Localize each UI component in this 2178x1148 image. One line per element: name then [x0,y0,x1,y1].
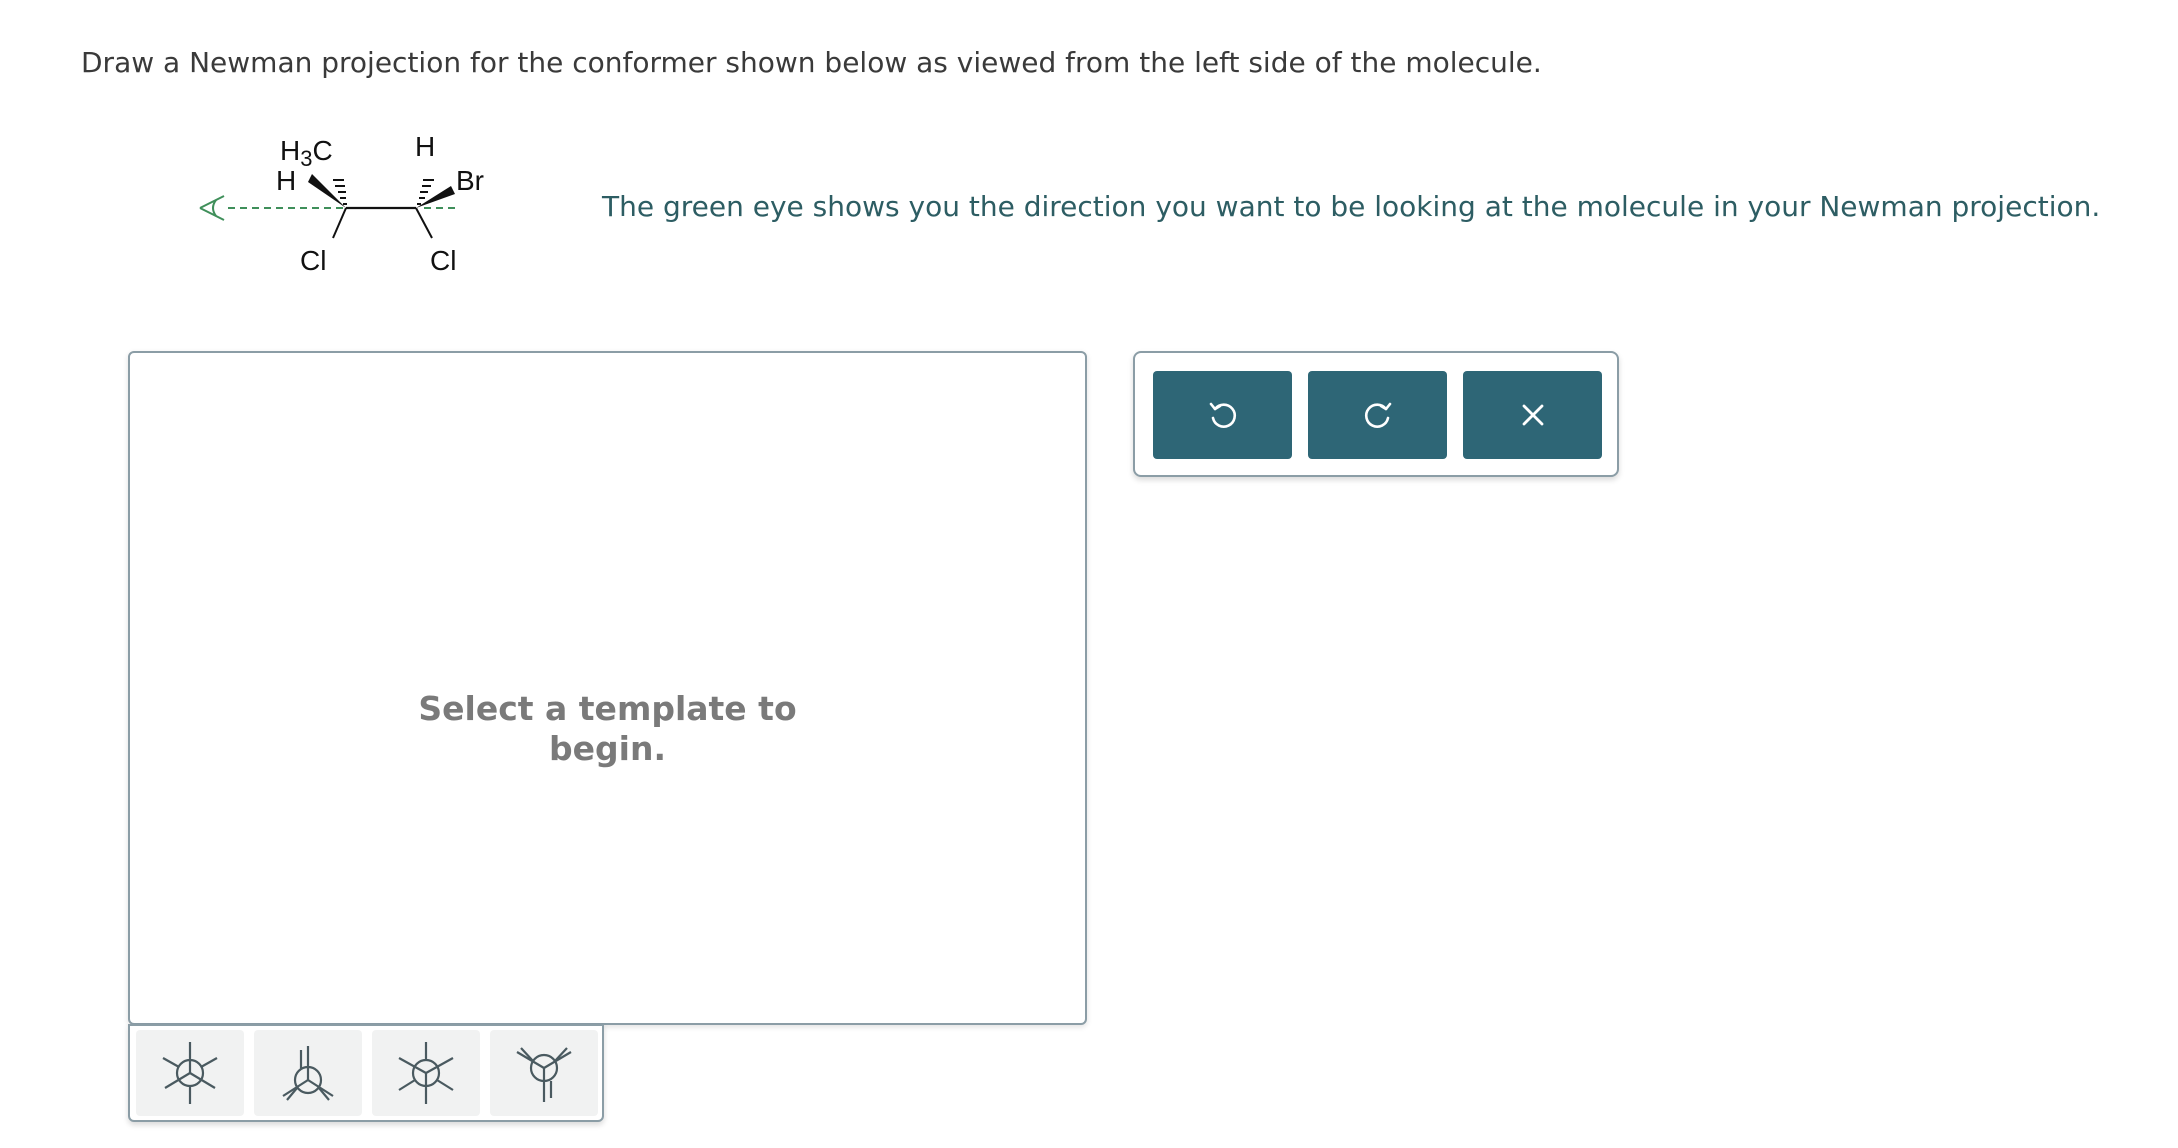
eclipsed-newman-template[interactable] [254,1030,362,1116]
eclipsed-newman-template-2[interactable] [490,1030,598,1116]
eye-icon [199,195,225,221]
redo-button[interactable] [1308,371,1447,459]
undo-icon [1209,402,1236,428]
label-cl-left: Cl [300,245,326,276]
action-toolbar [1133,351,1619,477]
label-h-left: H [276,165,296,196]
staggered-newman-template[interactable] [136,1030,244,1116]
close-icon [1522,404,1543,426]
hint-text: The green eye shows you the direction yo… [602,190,2101,223]
bond-left-cl [332,207,347,239]
label-cl-right: Cl [430,245,456,276]
template-selector [128,1024,604,1122]
newman-eclipsed-icon [282,1046,334,1101]
drawing-canvas[interactable]: Select a template to begin. [128,351,1087,1025]
empty-canvas-message: Select a template to begin. [418,689,797,768]
molecule-structure: H3C H Cl H Br Cl [199,131,484,276]
question-text: Draw a Newman projection for the conform… [81,46,1542,79]
newman-staggered-icon [162,1042,218,1104]
label-h-top: H [415,131,435,162]
clear-button[interactable] [1463,371,1602,459]
redo-icon [1364,402,1391,428]
newman-staggered-alt-icon [398,1042,454,1104]
undo-button[interactable] [1153,371,1292,459]
newman-eclipsed-alt-icon [516,1047,572,1102]
bond-right-cl [415,207,433,239]
staggered-newman-template-2[interactable] [372,1030,480,1116]
label-br: Br [456,165,484,196]
